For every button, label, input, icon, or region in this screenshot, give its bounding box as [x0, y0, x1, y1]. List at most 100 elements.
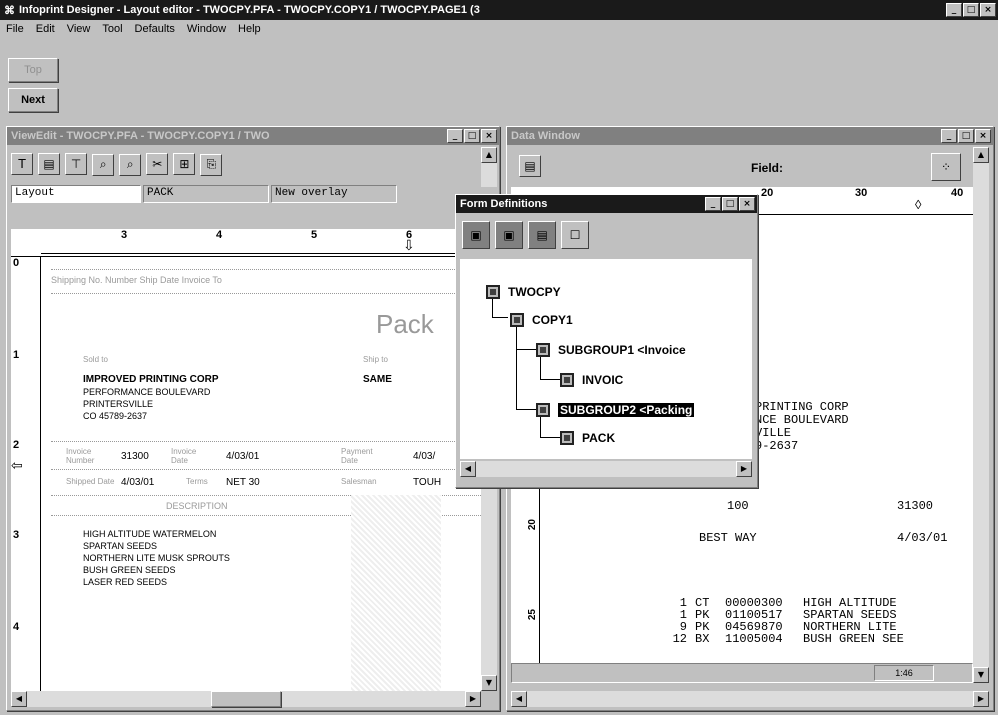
- form-tree-hscroll[interactable]: ◀ ▶: [460, 461, 752, 477]
- box-tool-icon[interactable]: ⊤: [65, 153, 88, 175]
- add-subgroup-icon[interactable]: ▣: [495, 221, 524, 249]
- properties-icon[interactable]: ☐: [561, 221, 590, 249]
- data-window-titlebar: Data Window _ □ ×: [507, 127, 993, 145]
- add-page-icon[interactable]: ▤: [528, 221, 557, 249]
- data-vscroll[interactable]: ▲ ▼: [973, 147, 989, 683]
- field-label: Payment Date: [341, 447, 373, 465]
- item-rows: 1 CT 00000300 HIGH ALTITUDE 1 PK 01100517 SPAR…: [663, 597, 973, 645]
- ruler-arrow-icon[interactable]: ⇦: [11, 457, 23, 474]
- next-button[interactable]: Next: [8, 88, 58, 112]
- add-copy-icon[interactable]: ▣: [462, 221, 490, 249]
- copy-icon[interactable]: ⎘: [200, 153, 223, 176]
- zoom-out-icon[interactable]: ⌕: [119, 153, 142, 176]
- field-label: Terms: [186, 477, 208, 486]
- menu-edit[interactable]: Edit: [36, 23, 55, 37]
- form-tree: TWOCPY COPY1 SUBGROUP1 <Invoice INVOIC S…: [460, 259, 752, 459]
- field-value: 4/03/01: [121, 477, 155, 488]
- layout-canvas[interactable]: 3 4 5 6 ⇩ 0 1 2 3 4 ⇦ Shipping No. Numbe…: [11, 229, 481, 691]
- menu-window[interactable]: Window: [187, 23, 226, 37]
- desc-line: HIGH ALTITUDE WATERMELON: [83, 529, 217, 539]
- horizontal-ruler: 3 4 5 6 ⇩: [11, 229, 481, 257]
- tree-node-subgroup1[interactable]: SUBGROUP1 <Invoice: [536, 343, 686, 357]
- scroll-right-icon[interactable]: ▶: [736, 461, 752, 477]
- layout-editor-window: ViewEdit - TWOCPY.PFA - TWOCPY.COPY1 / T…: [6, 126, 500, 711]
- close-icon[interactable]: ×: [975, 129, 991, 143]
- vruler-label: 25: [527, 609, 538, 621]
- field-selector-icon[interactable]: ⁘: [931, 153, 961, 181]
- maximize-icon[interactable]: □: [958, 129, 974, 143]
- maximize-icon[interactable]: □: [963, 3, 979, 17]
- desc-line: NORTHERN LITE MUSK SPROUTS: [83, 553, 230, 563]
- left-hscroll[interactable]: ◀ ▶: [11, 691, 481, 707]
- page-tool-icon[interactable]: ▤: [38, 153, 61, 175]
- page-icon[interactable]: ▤: [519, 155, 541, 177]
- tree-label: TWOCPY: [508, 285, 561, 299]
- vruler-label: 3: [13, 529, 20, 541]
- menu-help[interactable]: Help: [238, 23, 261, 37]
- ruler-label: 3: [121, 229, 128, 241]
- address-line: IMPROVED PRINTING CORP: [83, 374, 219, 385]
- data-value: 100: [727, 499, 749, 513]
- menu-file[interactable]: File: [6, 23, 24, 37]
- address-line: CO 45789-2637: [83, 411, 148, 421]
- page-node-icon: [560, 373, 574, 387]
- scroll-up-icon[interactable]: ▲: [481, 147, 497, 163]
- layout-field[interactable]: Layout: [11, 185, 141, 203]
- left-vscroll-top[interactable]: ▲: [481, 147, 497, 187]
- data-hscroll[interactable]: ◀ ▶: [511, 691, 989, 707]
- data-status-bar: 1:46: [511, 663, 973, 683]
- close-icon[interactable]: ×: [980, 3, 996, 17]
- top-button[interactable]: Top: [8, 58, 58, 82]
- form-definitions-titlebar: Form Definitions _ □ ×: [456, 195, 757, 213]
- scroll-left-icon[interactable]: ◀: [460, 461, 476, 477]
- form-definitions-title: Form Definitions: [460, 198, 548, 210]
- close-icon[interactable]: ×: [739, 197, 755, 211]
- status-position: 1:46: [874, 665, 934, 681]
- ruler-label: 20: [761, 187, 774, 199]
- maximize-icon[interactable]: □: [722, 197, 738, 211]
- form-definitions-window: Form Definitions _ □ × ▣ ▣ ▤ ☐ TWOCPY CO…: [455, 194, 758, 488]
- tree-node-subgroup2[interactable]: SUBGROUP2 <Packing: [536, 403, 695, 417]
- text-tool-icon[interactable]: T: [11, 153, 33, 175]
- item-code: 11005004: [725, 632, 783, 646]
- minimize-icon[interactable]: _: [941, 129, 957, 143]
- tree-node-twocpy[interactable]: TWOCPY: [486, 285, 561, 299]
- menu-view[interactable]: View: [67, 23, 91, 37]
- layout-field-row: Layout PACK New overlay: [7, 183, 499, 205]
- item-unit: BX: [695, 632, 710, 646]
- menu-tool[interactable]: Tool: [102, 23, 122, 37]
- app-icon: ⌘: [4, 4, 15, 17]
- menu-defaults[interactable]: Defaults: [135, 23, 175, 37]
- zoom-in-icon[interactable]: ⌕: [92, 153, 115, 176]
- ship-to-label: Ship to: [363, 355, 388, 364]
- close-icon[interactable]: ×: [481, 129, 497, 143]
- maximize-icon[interactable]: □: [464, 129, 480, 143]
- scroll-right-icon[interactable]: ▶: [465, 691, 481, 707]
- item-qty: 12: [672, 632, 687, 646]
- minimize-icon[interactable]: _: [705, 197, 721, 211]
- address-line: PRINTERSVILLE: [83, 399, 154, 409]
- minimize-icon[interactable]: _: [447, 129, 463, 143]
- tree-label: SUBGROUP1 <Invoice: [558, 343, 686, 357]
- hscroll-thumb[interactable]: [211, 691, 281, 707]
- desc-header: DESCRIPTION: [166, 501, 228, 511]
- tree-node-copy1[interactable]: COPY1: [510, 313, 573, 327]
- grid-icon[interactable]: ⊞: [173, 153, 196, 175]
- desc-line: LASER RED SEEDS: [83, 577, 168, 587]
- pack-field[interactable]: PACK: [143, 185, 269, 203]
- minimize-icon[interactable]: _: [946, 3, 962, 17]
- header-row: Shipping No. Number Ship Date Invoice To: [51, 275, 222, 285]
- cut-icon[interactable]: ✂: [146, 153, 169, 175]
- scroll-left-icon[interactable]: ◀: [11, 691, 27, 707]
- scroll-right-icon[interactable]: ▶: [973, 691, 989, 707]
- ruler-marker-icon[interactable]: ◊: [915, 197, 921, 212]
- scroll-up-icon[interactable]: ▲: [973, 147, 989, 163]
- scroll-left-icon[interactable]: ◀: [511, 691, 527, 707]
- overlay-field[interactable]: New overlay: [271, 185, 397, 203]
- scroll-down-icon[interactable]: ▼: [481, 675, 497, 691]
- scroll-down-icon[interactable]: ▼: [973, 667, 989, 683]
- tree-node-pack[interactable]: PACK: [560, 431, 615, 445]
- tree-node-invoic[interactable]: INVOIC: [560, 373, 623, 387]
- table-row: 12 BX 11005004 BUSH GREEN SEE: [663, 633, 973, 645]
- ruler-marker-icon[interactable]: ⇩: [403, 237, 415, 254]
